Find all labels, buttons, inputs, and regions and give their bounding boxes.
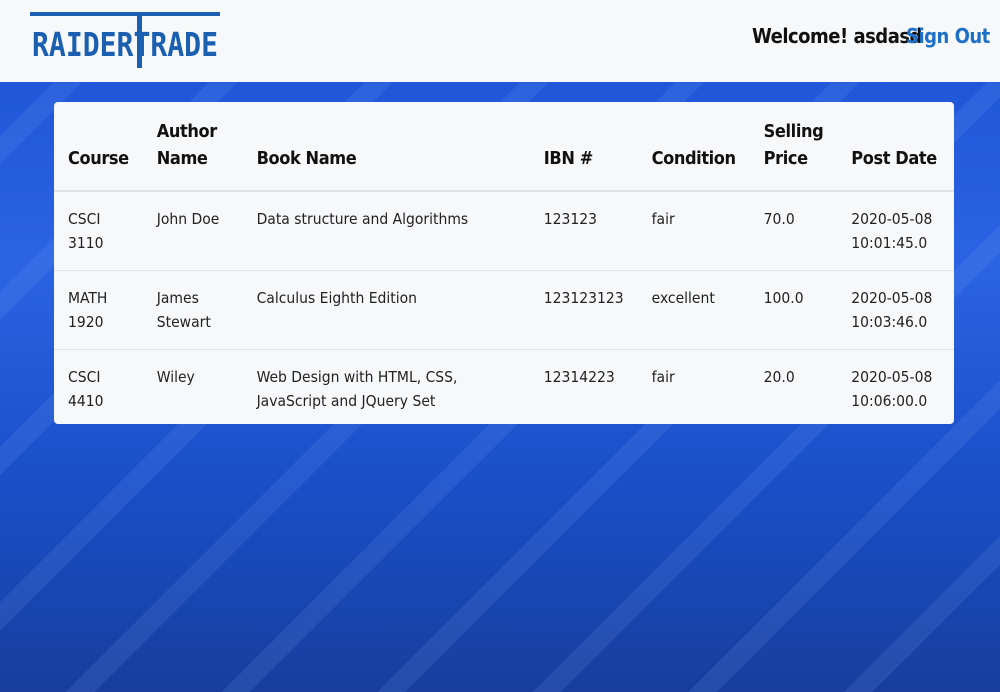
cell-condition: fair: [637, 349, 750, 424]
cell-book-name: Calculus Eighth Edition: [242, 270, 530, 350]
cell-price: 100.0: [749, 270, 838, 350]
cell-post-date: 2020-05-08 10:01:45.0: [851, 210, 933, 252]
column-header-course: Course: [54, 102, 143, 192]
cell-price: 20.0: [749, 349, 838, 424]
cell-author: John Doe: [156, 210, 220, 228]
column-header-book-name: Book Name: [242, 102, 530, 192]
cell-price: 70.0: [763, 210, 795, 228]
cell-post-date: 2020-05-08 10:06:00.0: [837, 349, 954, 424]
top-header: RAIDERTRADE Welcome! asdasd Sign Out: [0, 0, 1000, 82]
cell-ibn: 12314223: [529, 349, 638, 424]
cell-course: CSCI 3110: [68, 210, 104, 252]
cell-course: CSCI 4410: [54, 349, 143, 424]
table-row[interactable]: MATH 1920 James Stewart Calculus Eighth …: [54, 270, 954, 350]
cell-author: Wiley: [142, 349, 243, 424]
cell-ibn: 123123: [543, 210, 598, 228]
logo-text: RAIDERTRADE: [32, 25, 218, 64]
table-row[interactable]: CSCI 4410 Wiley Web Design with HTML, CS…: [54, 349, 954, 424]
cell-book-name: Web Design with HTML, CSS, JavaScript an…: [242, 349, 530, 424]
cell-condition: fair: [651, 210, 675, 228]
table-header-row: Course Author Name Book Name IBN # Condi…: [54, 102, 954, 192]
column-header-selling-price: Selling Price: [749, 102, 838, 192]
column-header-author-name: Author Name: [142, 102, 243, 192]
cell-book-name: Data structure and Algorithms: [256, 210, 469, 228]
cell-author: James Stewart: [142, 270, 243, 350]
table-row[interactable]: CSCI 3110 John Doe Data structure and Al…: [54, 191, 954, 271]
cell-condition: excellent: [637, 270, 750, 350]
listings-card: Course Author Name Book Name IBN # Condi…: [54, 102, 954, 424]
cell-course: MATH 1920: [54, 270, 143, 350]
sign-out-link[interactable]: Sign Out: [906, 24, 990, 48]
cell-post-date: 2020-05-08 10:03:46.0: [837, 270, 954, 350]
column-header-condition: Condition: [637, 102, 750, 192]
cell-ibn: 123123123: [529, 270, 638, 350]
raidertrade-logo[interactable]: RAIDERTRADE: [30, 12, 220, 70]
column-header-post-date: Post Date: [837, 102, 954, 192]
welcome-message: Welcome! asdasd: [752, 24, 922, 48]
column-header-ibn: IBN #: [529, 102, 638, 192]
listings-table: Course Author Name Book Name IBN # Condi…: [54, 102, 954, 424]
